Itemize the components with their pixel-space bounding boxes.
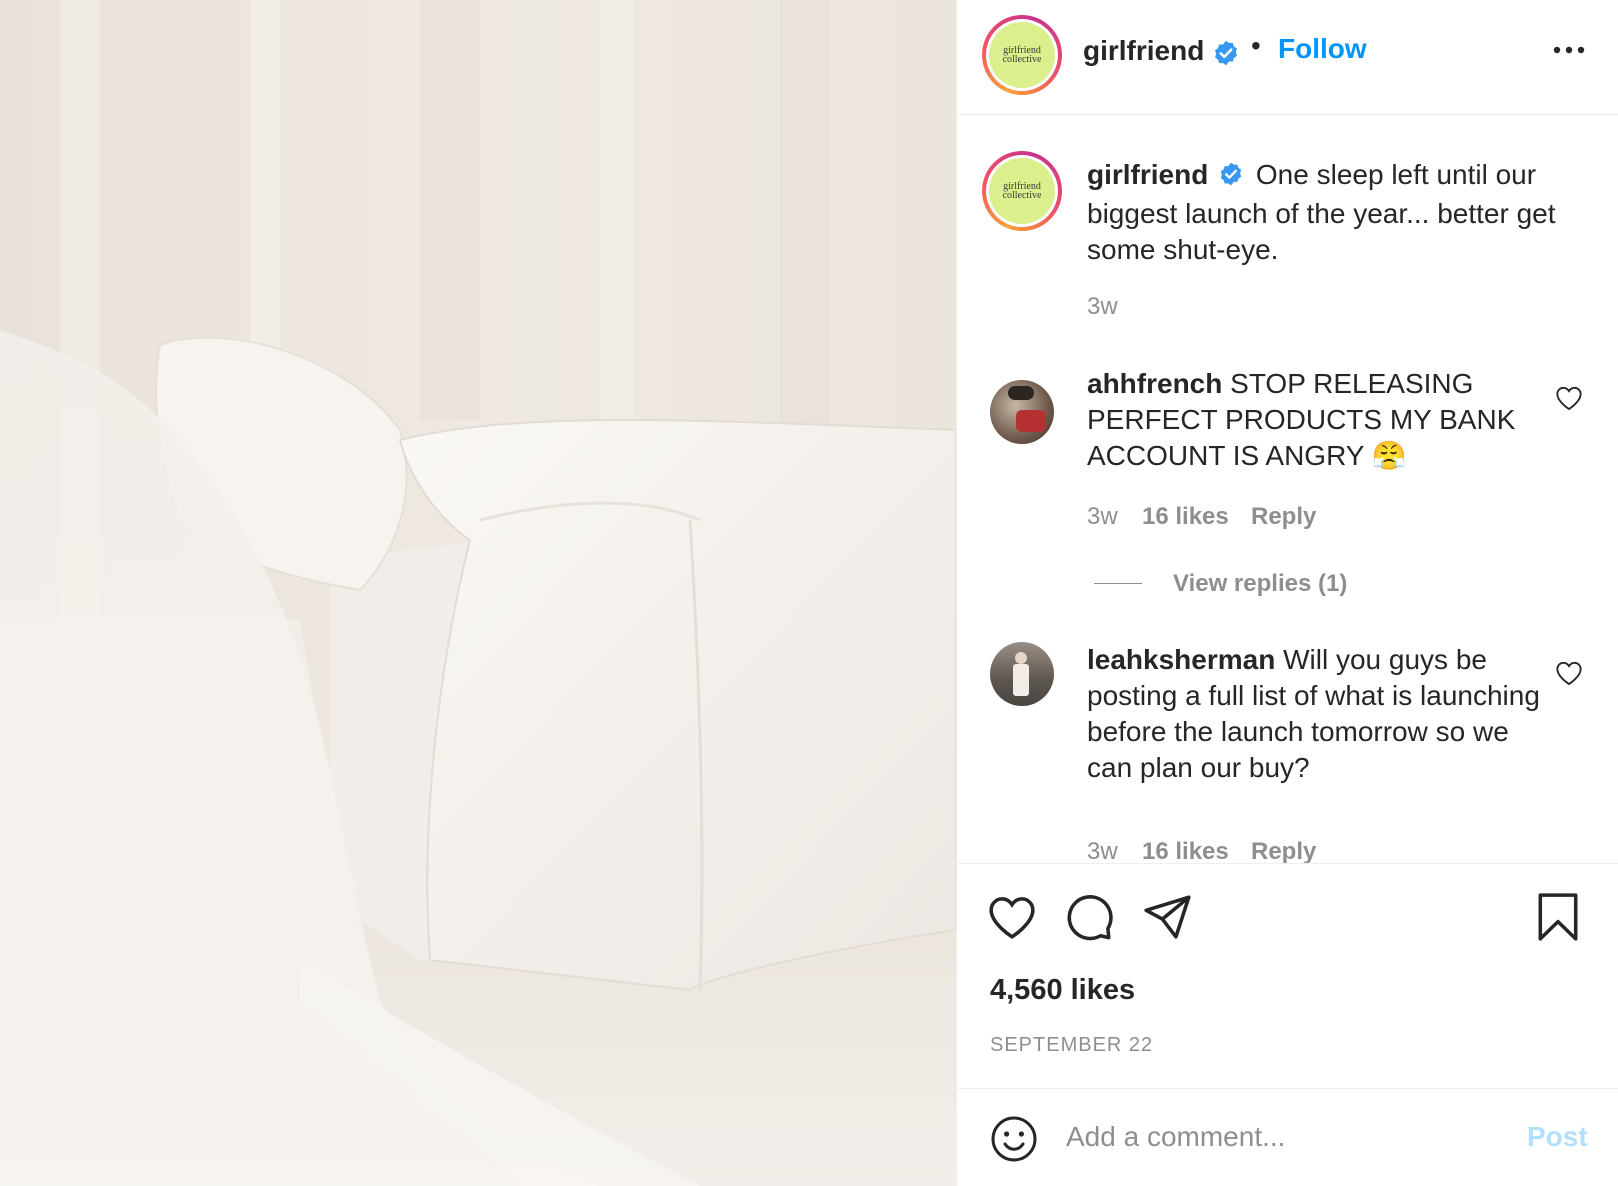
- comment-reply-button[interactable]: Reply: [1251, 503, 1316, 531]
- comment-reply-button[interactable]: Reply: [1251, 838, 1316, 863]
- comments-list[interactable]: girlfriend collective girlfriend One sle…: [957, 115, 1618, 863]
- comment-text-block: leahksherman Will you guys be posting a …: [1087, 642, 1547, 786]
- more-horizontal-icon[interactable]: [1553, 42, 1585, 60]
- post-photo[interactable]: [0, 0, 956, 1186]
- add-comment-bar: Add a comment... Post: [957, 1088, 1618, 1186]
- comment-time[interactable]: 3w: [1087, 503, 1118, 531]
- post-side-panel: girlfriend collective girlfriend • Follo…: [956, 0, 1618, 1186]
- comment-text-block: ahhfrench STOP RELEASING PERFECT PRODUCT…: [1087, 366, 1547, 474]
- avatar-logo: girlfriend collective: [989, 22, 1055, 88]
- commenter-avatar[interactable]: [990, 642, 1054, 706]
- author-avatar[interactable]: girlfriend collective: [982, 15, 1062, 95]
- header-separator: •: [1251, 30, 1261, 61]
- replies-divider: [1094, 583, 1142, 584]
- comment-time[interactable]: 3w: [1087, 838, 1118, 863]
- paper-plane-icon[interactable]: [1143, 894, 1193, 945]
- caption-username[interactable]: girlfriend: [1087, 159, 1208, 190]
- avatar-logo-line2: collective: [1002, 190, 1042, 201]
- bookmark-icon[interactable]: [1536, 892, 1580, 947]
- comment-username[interactable]: leahksherman: [1087, 644, 1275, 675]
- post-date[interactable]: SEPTEMBER 22: [990, 1034, 1153, 1057]
- post-actions: 4,560 likes SEPTEMBER 22: [957, 863, 1618, 1088]
- post-comment-button[interactable]: Post: [1527, 1121, 1588, 1153]
- comment-likes[interactable]: 16 likes: [1142, 503, 1229, 531]
- comment-icon[interactable]: [1065, 892, 1115, 947]
- verified-badge-icon: [1218, 160, 1244, 196]
- view-replies-button[interactable]: View replies (1): [1173, 570, 1347, 598]
- verified-badge-icon: [1212, 39, 1240, 72]
- author-username[interactable]: girlfriend: [1083, 35, 1204, 67]
- caption-text-block: girlfriend One sleep left until our bigg…: [1087, 157, 1587, 268]
- post-header: girlfriend collective girlfriend • Follo…: [957, 0, 1618, 115]
- comment-like-heart-icon[interactable]: [1555, 660, 1583, 691]
- comment-username[interactable]: ahhfrench: [1087, 368, 1222, 399]
- instagram-post: girlfriend collective girlfriend • Follo…: [0, 0, 1618, 1186]
- likes-count[interactable]: 4,560 likes: [990, 974, 1135, 1007]
- smiley-icon[interactable]: [990, 1115, 1038, 1168]
- commenter-avatar[interactable]: [990, 380, 1054, 444]
- caption-author-avatar[interactable]: girlfriend collective: [982, 151, 1062, 231]
- bed-photo-illustration: [0, 0, 956, 1186]
- avatar-logo-line2: collective: [1002, 54, 1042, 65]
- follow-button[interactable]: Follow: [1278, 33, 1367, 65]
- caption-time[interactable]: 3w: [1087, 293, 1118, 321]
- comment-like-heart-icon[interactable]: [1555, 385, 1583, 416]
- avatar-logo: girlfriend collective: [989, 158, 1055, 224]
- heart-icon[interactable]: [987, 894, 1037, 945]
- comment-likes[interactable]: 16 likes: [1142, 838, 1229, 863]
- comment-input[interactable]: Add a comment...: [1066, 1121, 1285, 1153]
